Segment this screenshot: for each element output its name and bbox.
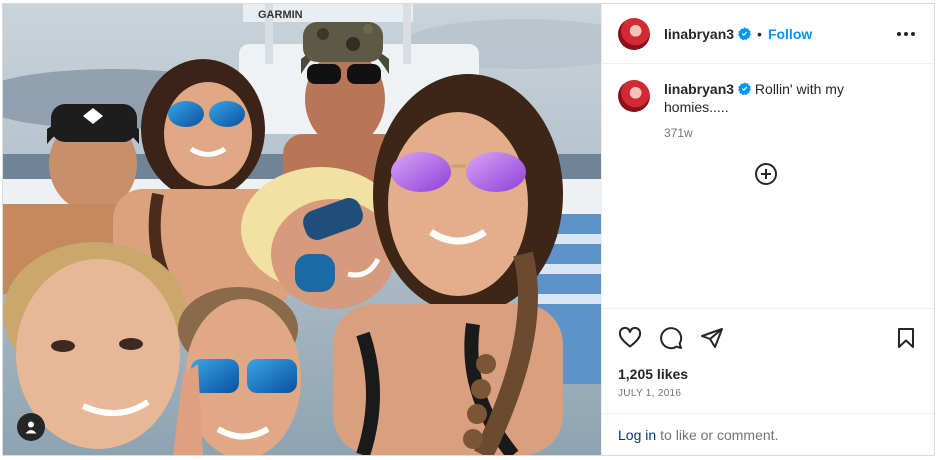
comment-button[interactable] (657, 324, 685, 352)
load-more-comments-button[interactable] (754, 162, 778, 186)
photo-image: GARMIN (3, 4, 601, 455)
login-link[interactable]: Log in (618, 427, 656, 443)
caption-avatar[interactable] (618, 80, 650, 112)
comment-icon (660, 326, 683, 349)
heart-icon (618, 326, 642, 347)
comments-area: linabryan3 Rollin' with my homies..... 3… (602, 64, 934, 308)
login-suffix: to like or comment. (660, 426, 779, 443)
more-options-button[interactable] (894, 22, 918, 46)
caption: linabryan3 Rollin' with my homies..... 3… (618, 80, 918, 142)
tagged-user-button[interactable] (17, 413, 45, 441)
verified-badge-icon (738, 82, 752, 95)
post-side-panel: linabryan3 • Follow linabryan3 Rollin' w… (601, 4, 934, 455)
caption-body: linabryan3 Rollin' with my homies..... 3… (664, 80, 884, 142)
user-icon (25, 421, 37, 434)
post-header: linabryan3 • Follow (602, 4, 934, 64)
more-options-icon (897, 31, 915, 36)
verified-badge-icon (738, 27, 752, 40)
caption-time[interactable]: 371w (664, 124, 884, 142)
post-date[interactable]: JULY 1, 2016 (602, 382, 934, 399)
send-icon (701, 327, 723, 348)
header-username[interactable]: linabryan3 (664, 26, 734, 42)
caption-username[interactable]: linabryan3 (664, 81, 734, 97)
follow-button[interactable]: Follow (768, 26, 812, 42)
action-bar (602, 308, 934, 366)
likes-count[interactable]: 1,205 likes (602, 366, 934, 382)
post-photo[interactable]: GARMIN (3, 4, 601, 455)
share-button[interactable] (698, 324, 726, 352)
plus-circle-icon (755, 163, 777, 185)
boat-brand-text: GARMIN (258, 9, 303, 21)
like-button[interactable] (616, 324, 644, 352)
save-button[interactable] (892, 324, 920, 352)
avatar[interactable] (618, 17, 650, 50)
login-prompt: Log in to like or comment. (602, 413, 934, 455)
bookmark-icon (898, 327, 914, 348)
separator-dot: • (757, 25, 762, 42)
post-card: GARMIN linabryan3 • Follow linabryan3 Ro… (2, 3, 935, 456)
